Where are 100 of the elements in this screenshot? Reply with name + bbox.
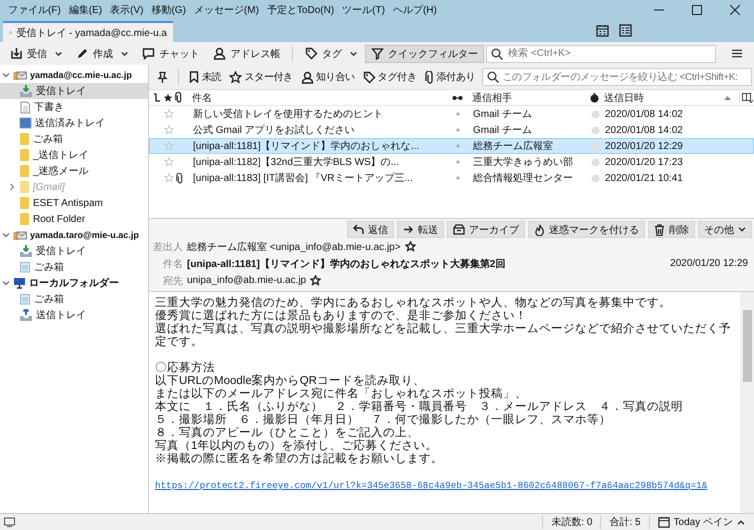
search-field[interactable]: 検索 <Ctrl+K>	[486, 44, 716, 62]
glasses-icon[interactable]	[452, 94, 462, 100]
filter-field[interactable]: このフォルダーのメッセージを絞り込む <Ctrl+Shift+K:	[482, 68, 752, 86]
paperclip-icon[interactable]	[175, 92, 183, 103]
outbox-icon	[19, 308, 33, 322]
bookmark-icon	[188, 71, 200, 83]
url-link[interactable]: https://protect2.fireeye.com/v1/url?k=345e3658-68c4a9eb-345ae5b1-8602c6488067-f7a64aac298b574d&q=1&	[155, 480, 708, 491]
menu-item[interactable]: ファイル(F)	[4, 3, 65, 17]
folder-icon	[19, 196, 30, 210]
toolbar-button[interactable]: 作成	[70, 44, 120, 62]
menu-item[interactable]: 移動(G)	[147, 3, 190, 17]
message-date: 2020/01/20 12:29	[670, 258, 748, 269]
folder-item[interactable]: Root Folder	[0, 211, 148, 227]
toolbar-button[interactable]: チャット	[136, 44, 206, 62]
action-button[interactable]: その他	[698, 221, 752, 238]
total-count: 合計: 5	[600, 515, 649, 529]
account-name[interactable]: yamada.taro@mie-u.ac.jp	[30, 230, 139, 240]
mail-tab[interactable]: 受信トレイ - yamada@cc.mie-u.a	[3, 21, 173, 42]
account-name[interactable]: ローカルフォルダー	[29, 276, 119, 290]
sender-cell-text: Gmail チーム	[472, 108, 533, 121]
message-row[interactable]: 新しい受信トレイを使用するためのヒント Gmail チーム 2020/01/08 14:02	[149, 106, 754, 122]
today-pane-button[interactable]: Today ペイン	[648, 514, 754, 530]
sort-arrow-icon	[724, 95, 731, 100]
folder-item[interactable]: ごみ箱	[0, 291, 148, 307]
star-outline-icon[interactable]	[404, 241, 416, 252]
filter-icon	[371, 47, 384, 60]
toolbar-button[interactable]: 受信	[4, 44, 53, 62]
menu-icon[interactable]	[732, 48, 742, 59]
message-row[interactable]: [unipa-all:1181]【リマインド】学内のおしゃれな... 総務チーム広報室 2020/01/20 12:29	[149, 138, 754, 154]
menu-item[interactable]: 予定とToDo(N)	[262, 3, 338, 17]
filter-button[interactable]: スター付き	[226, 68, 296, 86]
folder-item[interactable]: ESET Antispam	[0, 195, 148, 211]
folder-item[interactable]: _迷惑メール	[0, 163, 148, 179]
sender-address[interactable]: 総務チーム広報室 <unipa_info@ab.mie-u.ac.jp>	[187, 240, 401, 254]
filter-button[interactable]: 添付あり	[422, 68, 478, 86]
menu-item[interactable]: ツール(T)	[338, 3, 389, 17]
folder-item[interactable]: 送信トレイ	[0, 307, 148, 323]
action-button[interactable]: 転送	[397, 221, 444, 238]
subject-cell-text: [unipa-all:1181]【リマインド】学内のおしゃれな...	[192, 140, 420, 153]
recipient-address[interactable]: unipa_info@ab.mie-u.ac.jp	[187, 275, 306, 286]
caret-icon[interactable]	[55, 50, 62, 56]
column-header[interactable]: 件名	[184, 90, 450, 104]
folder-item[interactable]: 送信済みトレイ	[0, 115, 148, 131]
body-text: 写真（1年以内のもの）を添付し、ご応募ください。	[155, 440, 438, 452]
folder-item[interactable]: ごみ箱	[0, 259, 148, 275]
toolbar-button[interactable]: アドレス帳	[207, 44, 286, 62]
trash-folder-icon	[19, 261, 31, 273]
menu-item[interactable]: ヘルプ(H)	[388, 3, 441, 17]
action-button[interactable]: 返信	[347, 221, 394, 238]
account-name[interactable]: yamada@cc.mie-u.ac.jp	[30, 70, 132, 80]
folder-item[interactable]: 受信トレイ	[0, 243, 148, 259]
folder-item[interactable]: ごみ箱	[0, 131, 148, 147]
body-text: 三重大学の魅力発信のため、学内にあるおしゃれなスポットや人、物などの写真を募集中です。	[155, 297, 672, 309]
star-icon	[229, 70, 242, 84]
folder-item[interactable]: _送信トレイ	[0, 147, 148, 163]
expand-toggle[interactable]	[2, 71, 10, 79]
monitor-icon	[13, 277, 26, 289]
action-button[interactable]: 削除	[648, 221, 695, 238]
folder-icon	[19, 132, 30, 146]
folder-item[interactable]: 受信トレイ	[0, 83, 148, 99]
reply-icon	[353, 224, 364, 235]
arrow-right-icon	[403, 224, 414, 235]
menu-item[interactable]: メッセージ(M)	[190, 3, 263, 17]
message-subject: [unipa-all:1181]【リマインド】学内のおしゃれなスポット大募集第2回	[187, 258, 506, 270]
filter-button[interactable]: 未読	[185, 68, 224, 86]
date-cell-text: 2020/01/08 14:02	[604, 108, 683, 120]
task-list-icon[interactable]	[619, 24, 632, 37]
dot-icon	[456, 176, 460, 180]
message-row[interactable]: [unipa-all:1182]【32nd三重大学BLS WS】の... 三重大学きゅうめい部 2020/01/20 17:23	[149, 154, 754, 170]
expand-toggle[interactable]	[2, 231, 10, 239]
sender-cell-text: Gmail チーム	[472, 124, 533, 137]
subject-cell-text: 公式 Gmail アプリをお試しください	[192, 124, 356, 137]
action-button[interactable]: 迷惑マークを付ける	[528, 221, 645, 238]
close-icon[interactable]	[730, 5, 740, 15]
star-icon[interactable]	[163, 92, 173, 102]
caret-icon[interactable]	[121, 50, 128, 56]
thread-icon[interactable]	[153, 92, 161, 102]
tag-icon	[305, 47, 318, 60]
column-header[interactable]: 通信相手	[464, 90, 588, 104]
column-picker-icon[interactable]	[742, 92, 752, 102]
action-button[interactable]: アーカイブ	[447, 221, 525, 238]
pencil-icon	[76, 47, 90, 60]
caret-icon[interactable]	[350, 50, 358, 56]
read-status-icon[interactable]	[590, 92, 598, 102]
message-row[interactable]: [unipa-all:1183] [IT講習会] 『VRミートアップ三... 総合情報処理センター 2020/01/21 10:41	[149, 170, 754, 186]
toolbar-button[interactable]: タグ	[299, 44, 348, 62]
column-header[interactable]: 送信日時	[600, 90, 644, 104]
maximize-icon[interactable]	[692, 5, 702, 15]
filter-button[interactable]: タグ付き	[360, 68, 420, 86]
scrollbar[interactable]	[740, 292, 754, 513]
calendar-icon[interactable]	[596, 24, 609, 37]
message-row[interactable]: 公式 Gmail アプリをお試しください Gmail チーム 2020/01/08 14:02	[149, 122, 754, 138]
folder-item[interactable]: 下書き	[0, 99, 148, 115]
toolbar-button[interactable]: クイックフィルター	[365, 44, 484, 62]
menu-item[interactable]: 編集(E)	[64, 3, 106, 17]
star-outline-icon[interactable]	[310, 275, 322, 286]
expand-toggle[interactable]	[2, 279, 10, 287]
menu-item[interactable]: 表示(V)	[106, 3, 148, 17]
date-cell-text: 2020/01/20 17:23	[604, 156, 683, 168]
filter-button[interactable]: 知り合い	[298, 68, 358, 86]
